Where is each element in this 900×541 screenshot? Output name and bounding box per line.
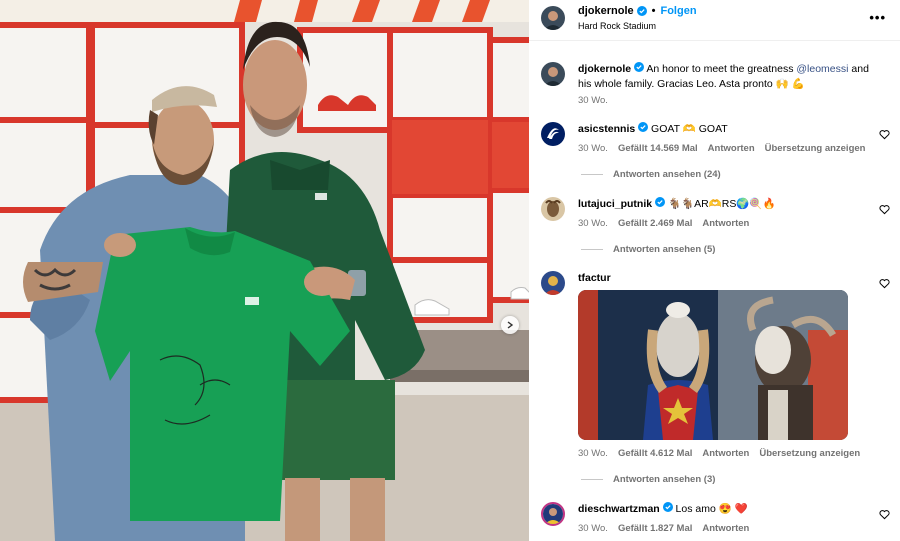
comment-likes[interactable]: Gefällt 4.612 Mal [618, 448, 692, 459]
replies-divider [581, 479, 603, 480]
comment-meta: 30 Wo. Gefällt 1.827 Mal Antworten [578, 523, 749, 534]
reply-button[interactable]: Antworten [702, 523, 749, 534]
comment-likes[interactable]: Gefällt 1.827 Mal [618, 523, 692, 534]
view-replies-label: Antworten ansehen (5) [613, 244, 716, 255]
locker-room-photo [0, 0, 529, 541]
next-image-button[interactable] [501, 316, 519, 334]
translate-button[interactable]: Übersetzung anzeigen [765, 143, 866, 154]
comment-likes[interactable]: Gefällt 2.469 Mal [618, 218, 692, 229]
post-location[interactable]: Hard Rock Stadium [578, 21, 656, 31]
view-replies-button[interactable]: Antworten ansehen (5) [581, 244, 715, 255]
comment-age: 30 Wo. [578, 218, 608, 229]
comment-meta: 30 Wo. Gefällt 4.612 Mal Antworten Übers… [578, 448, 860, 459]
comment-text: 🐐🐐AR🫶RS🌍🍭🔥 [667, 198, 776, 210]
verified-badge-icon [655, 197, 666, 207]
comment-gif[interactable] [578, 290, 848, 440]
caption-mention-link[interactable]: @leomessi [796, 63, 848, 75]
replies-divider [581, 174, 603, 175]
comment-username[interactable]: lutajuci_putnik [578, 198, 652, 210]
comment-text-block: tfactur [578, 271, 878, 286]
comment-age: 30 Wo. [578, 143, 608, 154]
comment-avatar[interactable] [541, 197, 565, 221]
comment-likes[interactable]: Gefällt 14.569 Mal [618, 143, 698, 154]
like-heart-icon[interactable] [879, 278, 890, 289]
post-photo [0, 0, 529, 541]
comment-text-block: lutajuci_putnik 🐐🐐AR🫶RS🌍🍭🔥 [578, 197, 878, 212]
comment-text-block: asicstennis GOAT 🫶 GOAT [578, 122, 878, 137]
comment-text: GOAT 🫶 GOAT [651, 123, 728, 135]
comment-age: 30 Wo. [578, 448, 608, 459]
replies-divider [581, 249, 603, 250]
reply-button[interactable]: Antworten [702, 448, 749, 459]
author-avatar[interactable] [541, 6, 565, 30]
caption-avatar[interactable] [541, 62, 565, 86]
comment-age: 30 Wo. [578, 523, 608, 534]
comment-avatar[interactable] [541, 502, 565, 526]
separator-dot: • [651, 5, 656, 17]
post-header: djokernole • Folgen Hard Rock Stadium ••… [529, 0, 900, 41]
caption-username[interactable]: djokernole [578, 63, 631, 75]
like-heart-icon[interactable] [879, 509, 890, 520]
comment-username[interactable]: dieschwartzman [578, 503, 660, 515]
comment-avatar[interactable] [541, 271, 565, 295]
like-heart-icon[interactable] [879, 129, 890, 140]
comment-text-block: dieschwartzman Los amo 😍 ❤️ [578, 502, 878, 517]
author-username[interactable]: djokernole [578, 5, 634, 17]
reply-button[interactable]: Antworten [702, 218, 749, 229]
comment-text: Los amo 😍 ❤️ [675, 503, 748, 515]
more-options-icon[interactable]: ••• [869, 10, 886, 25]
view-replies-label: Antworten ansehen (24) [613, 169, 721, 180]
comment-avatar[interactable] [541, 122, 565, 146]
goats-gif-image [578, 290, 848, 440]
reply-button[interactable]: Antworten [708, 143, 755, 154]
caption-meta: 30 Wo. [578, 95, 608, 106]
view-replies-label: Antworten ansehen (3) [613, 474, 716, 485]
caption-text: An honor to meet the greatness [644, 63, 797, 75]
comment-username[interactable]: tfactur [578, 272, 611, 284]
comment-meta: 30 Wo. Gefällt 14.569 Mal Antworten Über… [578, 143, 865, 154]
translate-button[interactable]: Übersetzung anzeigen [759, 448, 860, 459]
verified-badge-icon [638, 122, 649, 132]
verified-badge-icon [634, 62, 645, 72]
comment-username[interactable]: asicstennis [578, 123, 635, 135]
follow-button[interactable]: Folgen [660, 5, 696, 17]
view-replies-button[interactable]: Antworten ansehen (24) [581, 169, 721, 180]
caption-age: 30 Wo. [578, 95, 608, 106]
chevron-right-icon [507, 321, 514, 329]
caption-text-block: djokernole An honor to meet the greatnes… [578, 62, 878, 92]
verified-badge-icon [636, 6, 647, 16]
comment-meta: 30 Wo. Gefällt 2.469 Mal Antworten [578, 218, 749, 229]
verified-badge-icon [662, 502, 673, 512]
post-details-pane: djokernole • Folgen Hard Rock Stadium ••… [529, 0, 900, 541]
like-heart-icon[interactable] [879, 204, 890, 215]
view-replies-button[interactable]: Antworten ansehen (3) [581, 474, 715, 485]
